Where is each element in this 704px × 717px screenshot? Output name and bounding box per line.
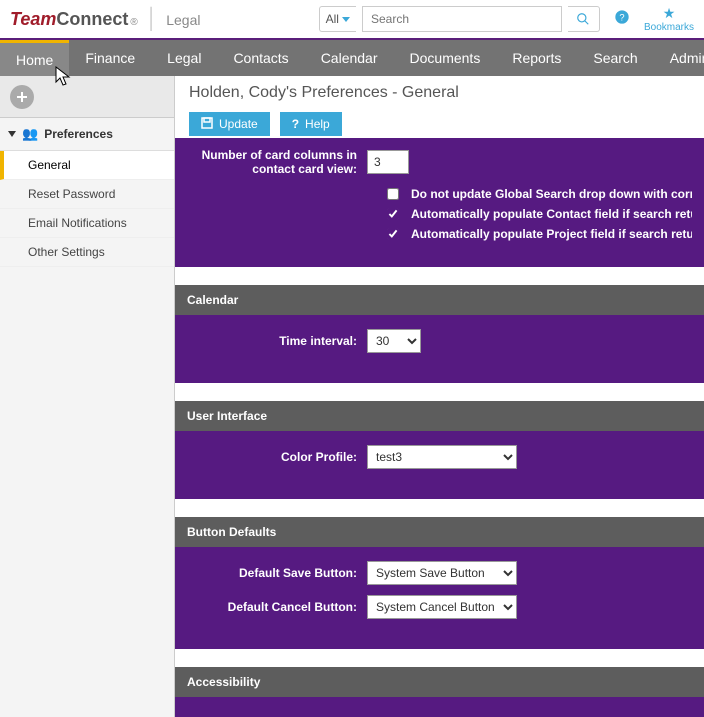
help-button[interactable]: ? Help [280, 112, 342, 136]
question-icon: ? [292, 117, 299, 131]
nav-finance-label: Finance [85, 50, 135, 66]
nav-admin-label: Admin [670, 50, 704, 66]
brand-left: Team [10, 9, 56, 30]
main-nav: Home Finance Legal Contacts Calendar Doc… [0, 40, 704, 76]
sidebar-item-other-settings[interactable]: Other Settings [0, 238, 174, 267]
sidebar-item-label: Email Notifications [28, 216, 127, 230]
update-label: Update [219, 117, 258, 131]
nav-documents[interactable]: Documents [394, 40, 497, 76]
card-cols-input[interactable] [367, 150, 409, 174]
brand-divider: │ [146, 8, 159, 31]
color-profile-label: Color Profile: [187, 450, 367, 464]
global-search: All ? ★ Bookmarks [319, 5, 694, 33]
sidebar-group-label: Preferences [44, 127, 113, 141]
search-input[interactable] [362, 6, 562, 32]
chk-auto-project[interactable] [387, 228, 399, 240]
save-icon [201, 117, 213, 132]
triangle-down-icon [8, 131, 16, 137]
chk-global-search-label: Do not update Global Search drop down wi… [411, 187, 692, 201]
search-scope-dropdown[interactable]: All [319, 6, 356, 32]
page-title: Holden, Cody's Preferences - General [189, 84, 690, 102]
nav-reports-label: Reports [512, 50, 561, 66]
brand-reg: ® [130, 17, 137, 28]
panel-user-interface: User Interface Color Profile: test3 [175, 401, 704, 499]
update-button[interactable]: Update [189, 112, 270, 136]
plus-icon [16, 91, 28, 103]
nav-contacts-label: Contacts [233, 50, 288, 66]
content: Holden, Cody's Preferences - General Upd… [175, 76, 704, 717]
panel-button-title: Button Defaults [175, 517, 704, 547]
panel-calendar-title: Calendar [175, 285, 704, 315]
panels-container: Number of card columns in contact card v… [175, 138, 704, 717]
nav-calendar[interactable]: Calendar [305, 40, 394, 76]
sidebar-item-label: General [28, 158, 71, 172]
panel-calendar: Calendar Time interval: 30 [175, 285, 704, 383]
nav-legal-label: Legal [167, 50, 201, 66]
people-icon: 👥 [22, 126, 38, 142]
add-button[interactable] [10, 85, 34, 109]
sidebar-item-label: Other Settings [28, 245, 105, 259]
sidebar-item-general[interactable]: General [0, 151, 174, 180]
nav-legal[interactable]: Legal [151, 40, 217, 76]
nav-search[interactable]: Search [577, 40, 653, 76]
panel-button-defaults: Button Defaults Default Save Button: Sys… [175, 517, 704, 649]
nav-calendar-label: Calendar [321, 50, 378, 66]
time-interval-select[interactable]: 30 [367, 329, 421, 353]
nav-finance[interactable]: Finance [69, 40, 151, 76]
nav-admin[interactable]: Admin [654, 40, 704, 76]
card-cols-label: Number of card columns in contact card v… [187, 148, 367, 177]
bookmarks-link[interactable]: ★ Bookmarks [644, 5, 694, 33]
sidebar-item-reset-password[interactable]: Reset Password [0, 180, 174, 209]
time-interval-label: Time interval: [187, 334, 367, 348]
help-label: Help [305, 117, 330, 131]
panel-search-settings: Number of card columns in contact card v… [175, 138, 704, 267]
sidebar: 👥 Preferences General Reset Password Ema… [0, 76, 175, 717]
nav-contacts[interactable]: Contacts [217, 40, 304, 76]
default-cancel-label: Default Cancel Button: [187, 600, 367, 614]
panel-accessibility-title: Accessibility [175, 667, 704, 697]
panel-accessibility: Accessibility Enable accessibility mode [175, 667, 704, 717]
chk-global-search[interactable] [387, 188, 399, 200]
sidebar-item-label: Reset Password [28, 187, 115, 201]
main-area: 👥 Preferences General Reset Password Ema… [0, 76, 704, 717]
brand-sub: Legal [166, 12, 200, 28]
nav-home[interactable]: Home [0, 40, 69, 76]
nav-reports[interactable]: Reports [496, 40, 577, 76]
nav-documents-label: Documents [410, 50, 481, 66]
brand-right: Connect [56, 9, 128, 30]
help-icon[interactable]: ? [614, 9, 630, 30]
sidebar-group-preferences[interactable]: 👥 Preferences [0, 118, 174, 151]
default-cancel-select[interactable]: System Cancel Button [367, 595, 517, 619]
chk-auto-contact-label: Automatically populate Contact field if … [411, 207, 692, 221]
panel-ui-title: User Interface [175, 401, 704, 431]
default-save-select[interactable]: System Save Button [367, 561, 517, 585]
search-icon [576, 12, 590, 26]
caret-down-icon [342, 17, 350, 22]
chk-auto-project-label: Automatically populate Project field if … [411, 227, 692, 241]
search-scope-label: All [326, 12, 339, 26]
nav-search-label: Search [593, 50, 637, 66]
color-profile-select[interactable]: test3 [367, 445, 517, 469]
chk-auto-contact[interactable] [387, 208, 399, 220]
search-button[interactable] [568, 6, 600, 32]
nav-home-label: Home [16, 52, 53, 68]
svg-text:?: ? [619, 12, 624, 22]
sidebar-item-email-notifications[interactable]: Email Notifications [0, 209, 174, 238]
star-icon: ★ [644, 5, 694, 22]
default-save-label: Default Save Button: [187, 566, 367, 580]
top-bar: TeamConnect® │ Legal All ? ★ Bookmarks [0, 0, 704, 40]
bookmarks-label: Bookmarks [644, 22, 694, 33]
brand-logo: TeamConnect® │ Legal [10, 8, 201, 31]
